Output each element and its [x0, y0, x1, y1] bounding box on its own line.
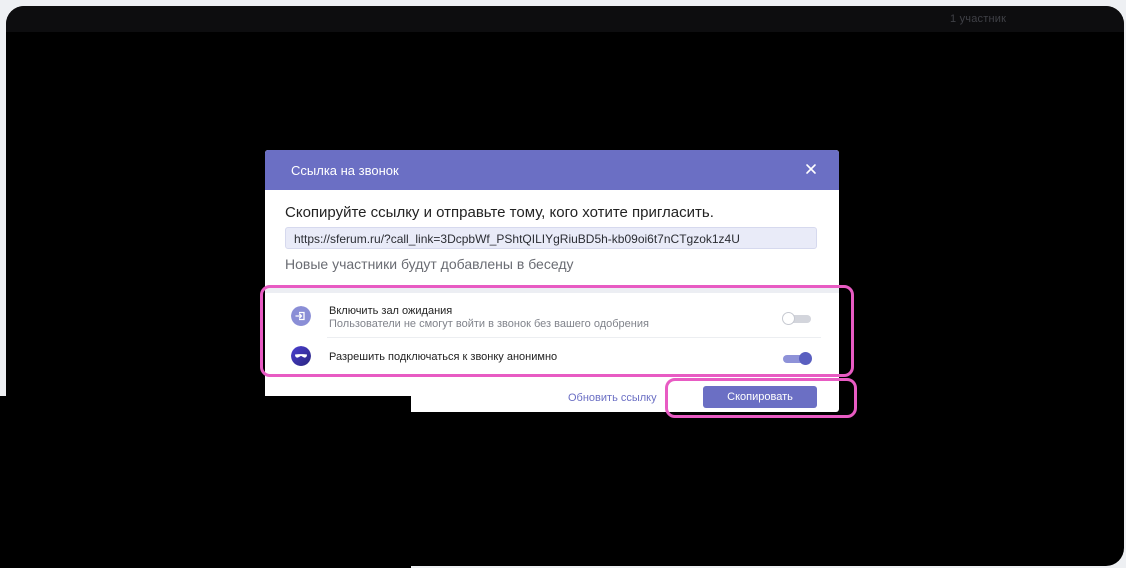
copy-button-highlight-frame [665, 378, 857, 418]
redaction-block [0, 396, 411, 568]
refresh-link-button[interactable]: Обновить ссылку [568, 392, 657, 404]
dialog-header: Ссылка на звонок [265, 150, 839, 190]
close-icon[interactable] [803, 161, 819, 177]
options-highlight-frame [260, 285, 854, 377]
call-link-field[interactable]: https://sferum.ru/?call_link=3DcpbWf_PSh… [285, 227, 817, 249]
call-top-bar: 1 участник [6, 6, 1124, 32]
participants-count[interactable]: 1 участник [950, 13, 1006, 25]
participants-note: Новые участники будут добавлены в беседу [285, 256, 574, 272]
dialog-title: Ссылка на звонок [291, 163, 399, 178]
dialog-instruction: Скопируйте ссылку и отправьте тому, кого… [285, 204, 714, 221]
